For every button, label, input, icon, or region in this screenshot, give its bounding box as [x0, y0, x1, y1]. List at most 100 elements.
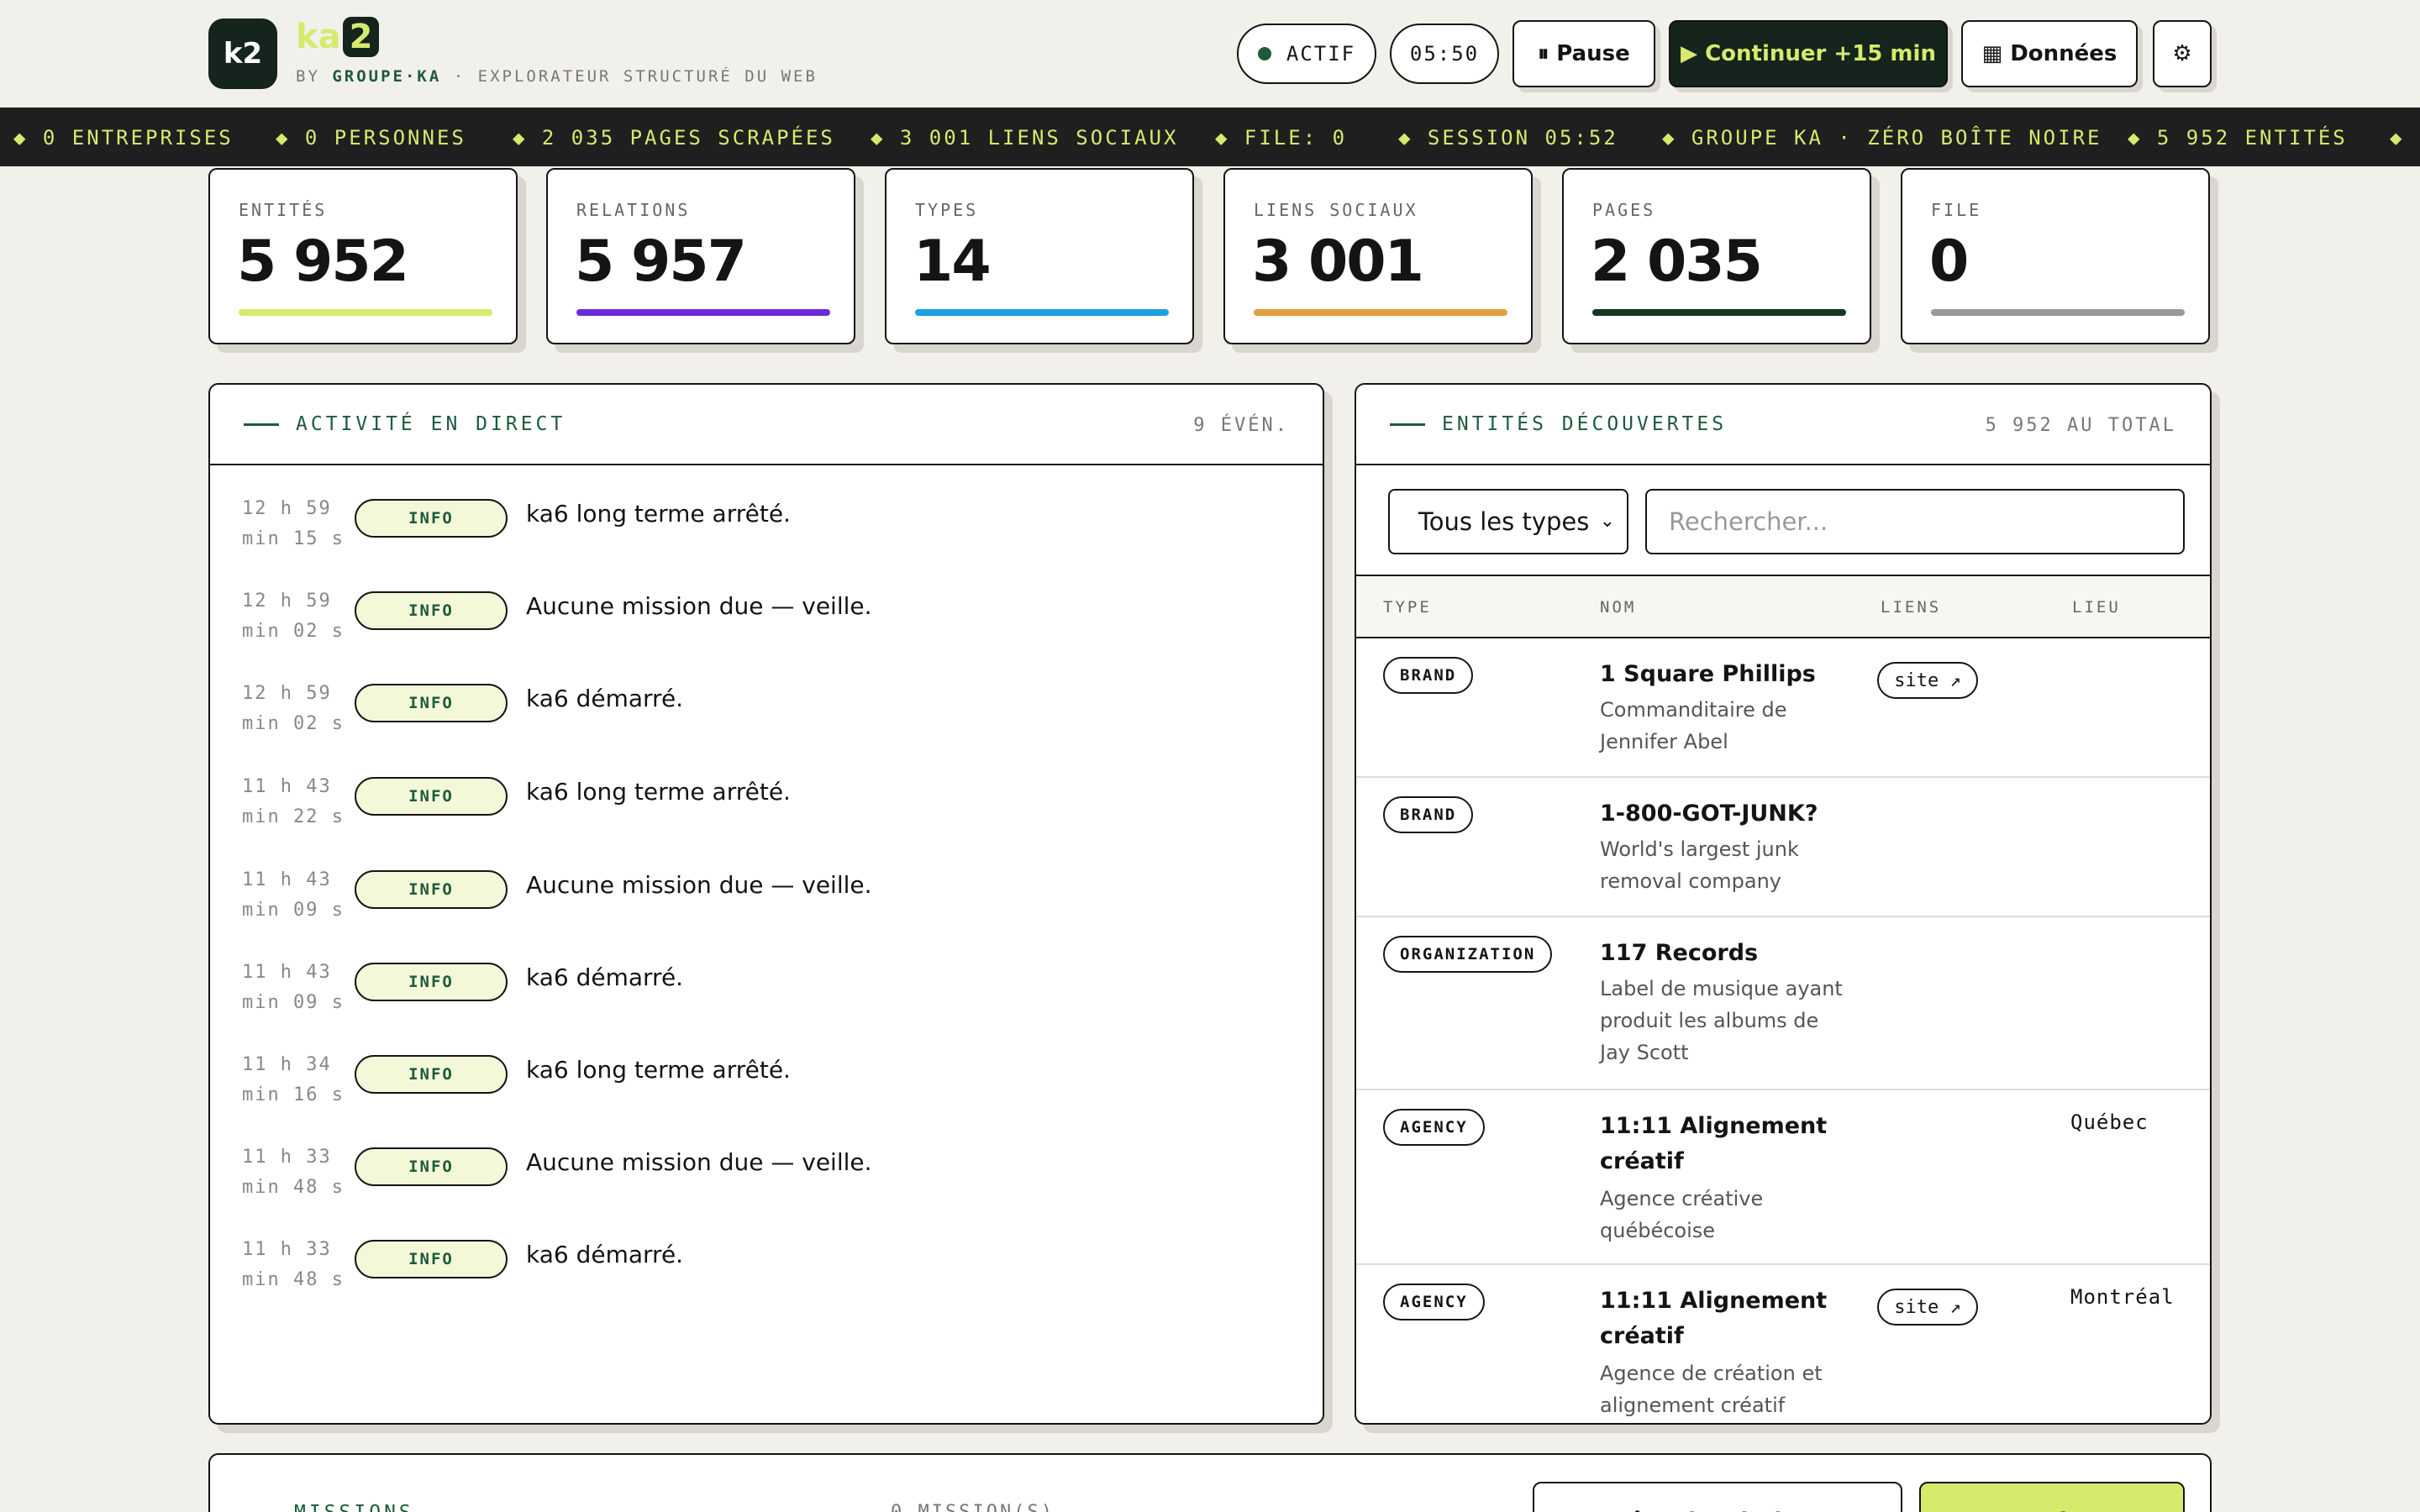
stat-card-types: TYPES 14: [885, 168, 1194, 344]
ticker-item: ◆ FILE: 0: [1215, 126, 1348, 150]
type-filter-select[interactable]: Tous les types ⌄: [1388, 489, 1628, 554]
event-level-badge: INFO: [355, 777, 508, 816]
entity-name[interactable]: 1 Square Phillips: [1600, 657, 1852, 692]
entity-location: Montréal: [2070, 1285, 2175, 1309]
event-message: Aucune mission due — veille.: [526, 1148, 872, 1176]
stat-label: RELATIONS: [576, 200, 691, 220]
event-time: 11 h 43 min 22 s: [242, 776, 345, 827]
activity-title-text: ACTIVITÉ EN DIRECT: [296, 413, 566, 435]
entity-name[interactable]: 11:11 Alignement créatif: [1600, 1284, 1852, 1354]
entities-panel: ENTITÉS DÉCOUVERTES 5 952 AU TOTAL Tous …: [1355, 383, 2212, 1425]
entity-location: Québec: [2070, 1110, 2149, 1134]
activity-event: 11 h 43 min 09 s INFO Aucune mission due …: [210, 865, 1323, 949]
brand-ka: ka: [296, 18, 341, 56]
event-time: 11 h 43 min 09 s: [242, 962, 345, 1013]
entity-type-badge: BRAND: [1383, 796, 1474, 833]
entity-name[interactable]: 117 Records: [1600, 936, 1852, 971]
brand-tagline-text: · EXPLORATEUR STRUCTURÉ DU WEB: [453, 67, 818, 86]
event-time: 11 h 33 min 48 s: [242, 1239, 345, 1290]
event-message: ka6 long terme arrêté.: [526, 500, 791, 528]
brand-tagline: BY GROUPE·KA · EXPLORATEUR STRUCTURÉ DU …: [296, 67, 818, 86]
status-label: ACTIF: [1286, 42, 1356, 66]
activity-event: 11 h 34 min 16 s INFO ka6 long terme arrê…: [210, 1050, 1323, 1134]
event-level-badge: INFO: [355, 1240, 508, 1278]
entities-count: 5 952 AU TOTAL: [1985, 415, 2176, 436]
entity-site-link[interactable]: site ↗: [1877, 662, 1978, 699]
entity-name[interactable]: 1-800-GOT-JUNK?: [1600, 796, 1852, 832]
column-header[interactable]: TYPE: [1383, 598, 1432, 617]
stat-label: LIENS SOCIAUX: [1254, 200, 1418, 220]
brand-by: BY: [296, 67, 320, 86]
stat-bar: [239, 309, 492, 316]
search-input[interactable]: [1645, 489, 2185, 554]
missions-count: 0 MISSION(S): [891, 1502, 1055, 1512]
settings-gear-icon[interactable]: ⚙: [2153, 20, 2212, 87]
activity-panel-header: ACTIVITÉ EN DIRECT 9 ÉVÉN.: [210, 385, 1323, 465]
event-level-badge: INFO: [355, 499, 508, 538]
session-timer: 05:50: [1390, 24, 1499, 84]
stat-card-pages: PAGES 2 035: [1562, 168, 1871, 344]
app-logo: k2: [208, 18, 277, 89]
brand-wordmark: ka 2: [296, 17, 380, 57]
event-message: ka6 long terme arrêté.: [526, 778, 791, 806]
stat-card-queue: FILE 0: [1901, 168, 2210, 344]
stat-bar: [1592, 309, 1846, 316]
entity-type-badge: BRAND: [1383, 657, 1474, 694]
activity-event: 12 h 59 min 15 s INFO ka6 long terme arrê…: [210, 494, 1323, 578]
column-header[interactable]: LIEU: [2072, 598, 2121, 617]
stat-card-relations: RELATIONS 5 957: [546, 168, 855, 344]
stat-value: 5 952: [237, 228, 409, 295]
event-time: 11 h 33 min 48 s: [242, 1147, 345, 1198]
activity-panel: ACTIVITÉ EN DIRECT 9 ÉVÉN. 12 h 59 min 15…: [208, 383, 1324, 1425]
entity-description: Agence créative québécoise: [1600, 1187, 1764, 1242]
stat-value: 14: [913, 228, 992, 295]
table-row[interactable]: BRAND 1-800-GOT-JUNK? World's largest ju…: [1356, 778, 2210, 917]
table-row[interactable]: AGENCY 11:11 Alignement créatif Agence d…: [1356, 1265, 2210, 1423]
status-badge: ACTIF: [1237, 24, 1376, 84]
continue-button[interactable]: ▶ Continuer +15 min: [1669, 20, 1948, 87]
entity-name[interactable]: 11:11 Alignement créatif: [1600, 1109, 1852, 1179]
activity-event: 12 h 59 min 02 s INFO ka6 démarré.: [210, 679, 1323, 763]
table-row[interactable]: BRAND 1 Square Phillips Commanditaire de…: [1356, 638, 2210, 778]
event-time: 12 h 59 min 02 s: [242, 683, 345, 734]
event-time: 12 h 59 min 15 s: [242, 498, 345, 549]
type-filter-value: Tous les types: [1418, 507, 1590, 536]
event-message: Aucune mission due — veille.: [526, 592, 872, 620]
data-button[interactable]: ▦ Données: [1961, 20, 2138, 87]
event-level-badge: INFO: [355, 1055, 508, 1094]
entity-site-link[interactable]: site ↗: [1877, 1289, 1978, 1326]
stop-mission-button[interactable]: ■ Arrêter la mission en cours: [1533, 1482, 1902, 1512]
table-row[interactable]: AGENCY 11:11 Alignement créatif Agence c…: [1356, 1090, 2210, 1265]
activity-event: 12 h 59 min 02 s INFO Aucune mission due …: [210, 586, 1323, 670]
stat-label: PAGES: [1592, 200, 1656, 220]
entity-description: Agence de création et alignement créatif: [1600, 1362, 1823, 1417]
activity-title: ACTIVITÉ EN DIRECT: [244, 413, 566, 435]
ticker-item: ◆ GROUPE KA · ZÉRO BOÎTE NOIRE: [1662, 126, 2102, 150]
entities-title: ENTITÉS DÉCOUVERTES: [1390, 413, 1727, 435]
status-dot-icon: [1257, 47, 1271, 60]
title-dash-icon: [244, 423, 279, 426]
column-header[interactable]: LIENS: [1881, 598, 1941, 617]
entity-description: Label de musique ayant produit les album…: [1600, 977, 1843, 1064]
entity-type-badge: AGENCY: [1383, 1109, 1485, 1146]
app-header: k2 ka 2 BY GROUPE·KA · EXPLORATEUR STRUCT…: [0, 0, 2420, 108]
pause-button[interactable]: ⏸ Pause: [1512, 20, 1655, 87]
event-level-badge: INFO: [355, 684, 508, 722]
stat-card-social-links: LIENS SOCIAUX 3 001: [1223, 168, 1533, 344]
event-level-badge: INFO: [355, 870, 508, 909]
event-message: ka6 démarré.: [526, 685, 684, 712]
table-row[interactable]: ORGANIZATION 117 Records Label de musiqu…: [1356, 917, 2210, 1090]
column-header[interactable]: NOM: [1600, 598, 1636, 617]
activity-count: 9 ÉVÉN.: [1193, 415, 1289, 436]
stat-card-entities: ENTITÉS 5 952: [208, 168, 518, 344]
stat-label: FILE: [1931, 200, 1982, 220]
start-mission-button[interactable]: ▮ Lancer la mission: [1919, 1482, 2185, 1512]
event-level-badge: INFO: [355, 591, 508, 630]
event-level-badge: INFO: [355, 1147, 508, 1186]
event-message: Aucune mission due — veille.: [526, 871, 872, 899]
event-level-badge: INFO: [355, 963, 508, 1001]
event-time: 11 h 43 min 09 s: [242, 869, 345, 921]
stats-ticker: ◆ 0 ENTREPRISES ◆ 0 PERSONNES ◆ 2 035 PA…: [0, 108, 2420, 166]
ticker-item: ◆ 0 ENTREPRISES: [13, 126, 234, 150]
entity-type-badge: ORGANIZATION: [1383, 936, 1553, 973]
